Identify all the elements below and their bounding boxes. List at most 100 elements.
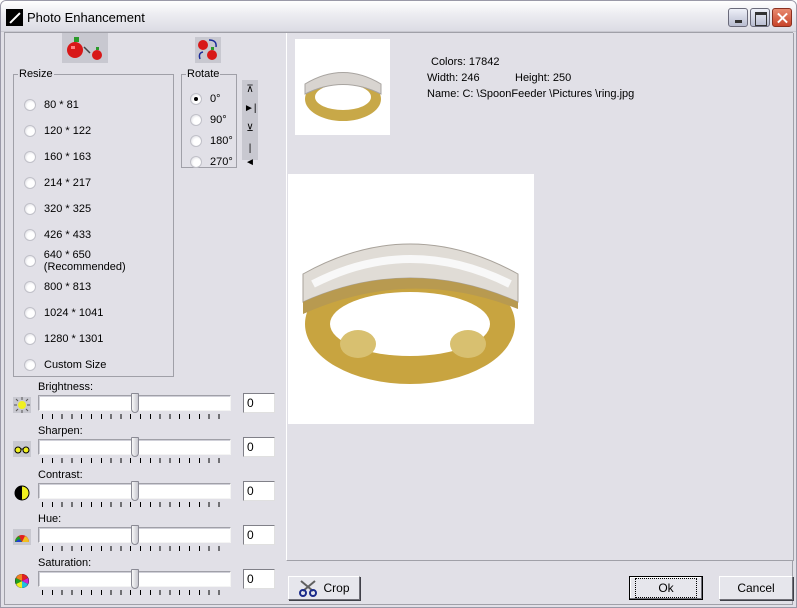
hue-slider-thumb[interactable] [130,525,139,545]
saturation-slider-thumb[interactable] [130,569,139,589]
close-button[interactable] [772,8,792,27]
radio-label: 640 * 650 (Recommended) [43,249,126,273]
title-bar[interactable]: Photo Enhancement [1,1,796,32]
radio-label: 800 * 813 [44,281,92,293]
resize-option-800[interactable]: 800 * 813 [24,279,91,295]
flip-toolbar: ⊼ ►| ⊻ |◄ [242,80,258,168]
brightness-label: Brightness: [38,381,94,393]
resize-option-80[interactable]: 80 * 81 [24,97,79,113]
radio-label: Custom Size [44,359,107,371]
radio-button[interactable] [24,333,36,345]
resize-option-custom[interactable]: Custom Size [24,357,106,373]
radio-button[interactable] [24,281,36,293]
radio-button[interactable] [190,156,202,168]
radio-button[interactable] [24,177,36,189]
rotate-option-90[interactable]: 90° [190,112,227,128]
hue-control: Hue: 0 [11,513,281,557]
app-icon [6,9,23,26]
rotate-option-180[interactable]: 180° [190,133,233,149]
crop-button[interactable]: Crop [288,576,360,600]
colors-info: Colors: 17842 [431,56,500,68]
rotate-option-270[interactable]: 270° [190,154,233,170]
preview-panel: Colors: 17842 Width: 246 Height: 250 Nam… [286,33,794,561]
resize-option-1024[interactable]: 1024 * 1041 [24,305,103,321]
sharpen-value-input[interactable]: 0 [243,437,275,457]
saturation-value-input[interactable]: 0 [243,569,275,589]
resize-option-320[interactable]: 320 * 325 [24,201,91,217]
contrast-icon [14,485,30,501]
radio-button[interactable] [24,203,36,215]
cancel-label: Cancel [737,581,775,595]
maximize-button[interactable] [750,8,770,27]
minimize-button[interactable] [728,8,748,27]
brightness-value-input[interactable]: 0 [243,393,275,413]
radio-label: 426 * 433 [44,229,92,241]
slider-ticks [42,590,228,595]
flip-left-icon[interactable]: |◄ [244,142,256,168]
flip-top-icon[interactable]: ⊼ [244,83,256,97]
saturation-label: Saturation: [38,557,92,569]
ok-button[interactable]: Ok [629,576,703,600]
apple-resize-icon [67,37,102,60]
flip-right-icon[interactable]: ►| [244,102,257,116]
resize-option-426[interactable]: 426 * 433 [24,227,91,243]
slider-ticks [42,458,228,463]
slider-ticks [42,414,228,419]
radio-button[interactable] [24,255,36,267]
radio-label: 80 * 81 [44,99,79,111]
radio-label: 1280 * 1301 [44,333,104,345]
radio-button[interactable] [24,307,36,319]
contrast-control: Contrast: 0 [11,469,281,513]
slider-ticks [42,546,228,551]
width-info: Width: 246 [427,72,480,84]
photo-enhancement-window: Photo Enhancement Resize 80 * 81 120 * 1… [0,0,797,608]
hue-icon [13,529,31,545]
rotate-option-0[interactable]: 0° [190,91,221,107]
contrast-slider-thumb[interactable] [130,481,139,501]
radio-button[interactable] [190,114,202,126]
contrast-label: Contrast: [38,469,83,481]
radio-label: 0° [210,93,221,105]
rotate-legend: Rotate [187,68,220,80]
radio-button[interactable] [190,135,202,147]
rotate-group: Rotate 0° 90° 180° 270° [181,68,237,168]
saturation-icon [15,574,29,588]
sharpen-control: Sharpen: 0 [11,425,281,469]
resize-group: Resize 80 * 81 120 * 122 160 * 163 214 *… [13,68,174,377]
sharpen-slider-thumb[interactable] [130,437,139,457]
crop-label: Crop [323,581,350,595]
radio-label: 320 * 325 [44,203,92,215]
radio-label: 120 * 122 [44,125,92,137]
resize-option-640[interactable]: 640 * 650 (Recommended) [24,249,173,273]
resize-option-120[interactable]: 120 * 122 [24,123,91,139]
radio-label: 214 * 217 [44,177,92,189]
resize-tab[interactable] [62,33,108,63]
window-title: Photo Enhancement [27,10,145,25]
saturation-control: Saturation: 0 [11,557,281,601]
flip-bottom-icon[interactable]: ⊻ [244,122,256,136]
file-name-info: Name: C: \SpoonFeeder \Pictures \ring.jp… [427,88,635,100]
resize-option-160[interactable]: 160 * 163 [24,149,91,165]
hue-value-input[interactable]: 0 [243,525,275,545]
rotate-tab[interactable] [195,37,221,63]
dialog-body: Resize 80 * 81 120 * 122 160 * 163 214 *… [4,32,794,605]
radio-button[interactable] [24,99,36,111]
radio-button[interactable] [24,229,36,241]
radio-button[interactable] [24,125,36,137]
radio-button[interactable] [24,359,36,371]
radio-label: 270° [210,156,233,168]
radio-button-selected[interactable] [190,93,202,105]
glasses-icon [13,441,31,457]
brightness-slider-thumb[interactable] [130,393,139,413]
radio-label: 160 * 163 [44,151,92,163]
contrast-value-input[interactable]: 0 [243,481,275,501]
resize-option-214[interactable]: 214 * 217 [24,175,91,191]
sharpen-label: Sharpen: [38,425,83,437]
radio-label: 90° [210,114,227,126]
radio-button[interactable] [24,151,36,163]
resize-option-1280[interactable]: 1280 * 1301 [24,331,103,347]
cancel-button[interactable]: Cancel [719,576,793,600]
brightness-control: Brightness: 0 [11,381,281,425]
preview-image [288,174,534,424]
thumbnail-image [295,39,390,135]
